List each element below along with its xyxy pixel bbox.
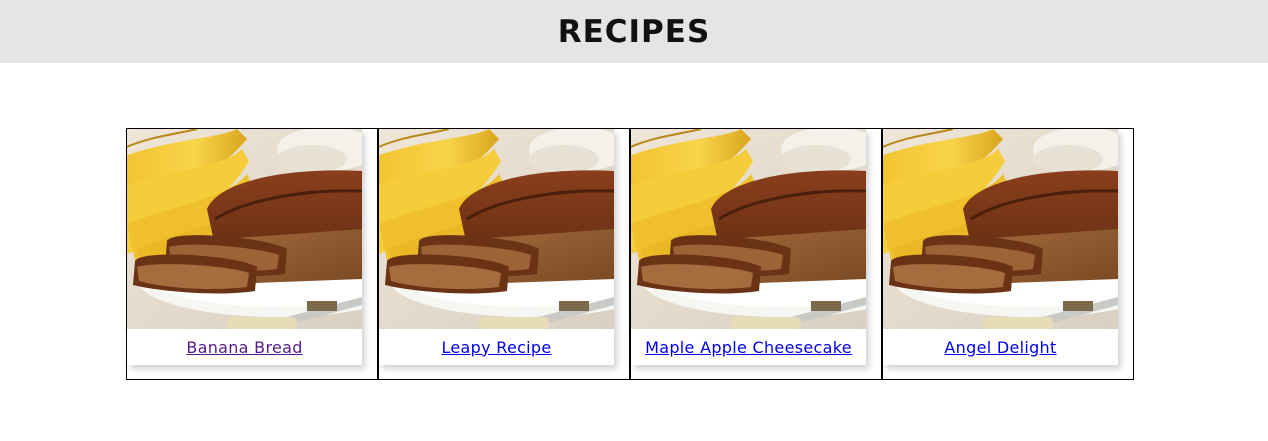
page-header: RECIPES — [0, 0, 1268, 63]
recipe-link-leapy-recipe[interactable]: Leapy Recipe — [441, 338, 551, 357]
recipe-link-angel-delight[interactable]: Angel Delight — [944, 338, 1056, 357]
recipe-tile: Leapy Recipe — [379, 129, 614, 365]
recipe-link-banana-bread[interactable]: Banana Bread — [186, 338, 302, 357]
recipe-card: Angel Delight — [882, 128, 1134, 380]
recipe-grid: Banana Bread Leapy Recipe Maple Apple Ch… — [126, 128, 1134, 380]
banana-bread-photo[interactable] — [631, 129, 866, 329]
recipe-tile: Banana Bread — [127, 129, 362, 365]
banana-bread-photo[interactable] — [127, 129, 362, 329]
recipe-tile: Maple Apple Cheesecake — [631, 129, 866, 365]
recipe-caption: Angel Delight — [883, 329, 1118, 365]
banana-bread-photo[interactable] — [379, 129, 614, 329]
recipe-card: Banana Bread — [126, 128, 378, 380]
page-title: RECIPES — [557, 13, 711, 50]
recipe-link-maple-apple-cheesecake[interactable]: Maple Apple Cheesecake — [645, 338, 852, 357]
recipe-tile: Angel Delight — [883, 129, 1118, 365]
recipe-caption: Banana Bread — [127, 329, 362, 365]
recipe-caption: Maple Apple Cheesecake — [631, 329, 866, 365]
recipe-card: Leapy Recipe — [378, 128, 630, 380]
banana-bread-photo[interactable] — [883, 129, 1118, 329]
recipe-card: Maple Apple Cheesecake — [630, 128, 882, 380]
recipe-caption: Leapy Recipe — [379, 329, 614, 365]
